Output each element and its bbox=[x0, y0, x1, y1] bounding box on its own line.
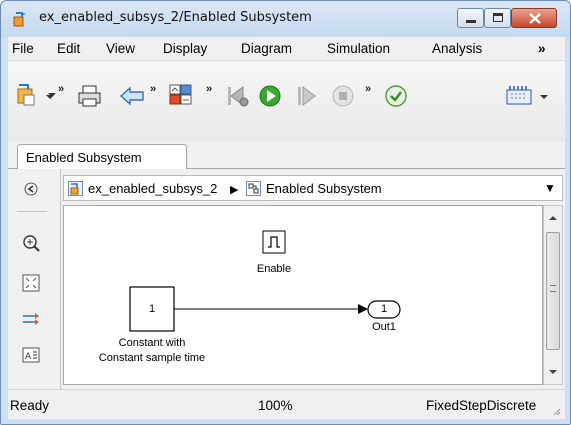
build-icon bbox=[506, 86, 548, 105]
maximize-button[interactable] bbox=[484, 8, 511, 28]
back-button[interactable] bbox=[117, 81, 147, 111]
library-icon bbox=[169, 84, 192, 105]
route-lines-icon bbox=[23, 313, 39, 325]
breadcrumb-root[interactable]: ex_enabled_subsys_2 bbox=[88, 181, 217, 196]
model-icon bbox=[68, 181, 83, 196]
print-icon bbox=[78, 85, 101, 107]
status-solver: FixedStepDiscrete bbox=[426, 398, 537, 413]
status-bar: Ready 100% FixedStepDiscrete bbox=[8, 389, 565, 419]
hide-explorer-button[interactable] bbox=[21, 179, 41, 199]
status-state: Ready bbox=[10, 398, 50, 413]
outport-label: Out1 bbox=[372, 321, 396, 333]
build-button[interactable] bbox=[504, 81, 552, 111]
fit-to-view-icon bbox=[22, 274, 40, 292]
stop-button[interactable] bbox=[328, 81, 358, 111]
scroll-down-icon[interactable] bbox=[548, 368, 558, 376]
step-forward-icon bbox=[298, 86, 316, 106]
run-icon bbox=[259, 85, 281, 107]
palette-divider bbox=[17, 211, 47, 212]
close-icon bbox=[529, 13, 541, 24]
run-button[interactable] bbox=[255, 81, 285, 111]
menu-file[interactable]: File bbox=[12, 41, 34, 56]
outport-value: 1 bbox=[380, 303, 388, 315]
step-back-icon bbox=[228, 86, 249, 107]
breadcrumb-separator-icon: ▶ bbox=[230, 184, 239, 196]
back-icon bbox=[119, 86, 144, 106]
menu-bar: File Edit View Display Diagram Simulatio… bbox=[8, 37, 565, 61]
svg-text:A: A bbox=[25, 352, 32, 362]
editor-palette: A bbox=[8, 169, 61, 389]
zoom-button[interactable] bbox=[21, 233, 41, 253]
enable-block[interactable] bbox=[262, 230, 286, 254]
resize-grip-icon[interactable] bbox=[551, 406, 561, 416]
model-address-bar[interactable]: ex_enabled_subsys_2 ▶ Enabled Subsystem … bbox=[63, 175, 563, 201]
model-browser-dropdown-icon[interactable] bbox=[47, 91, 57, 99]
menu-view[interactable]: View bbox=[106, 41, 135, 56]
title-bar: ex_enabled_subsys_2/Enabled Subsystem bbox=[1, 1, 570, 37]
toolbar-row: » » » » bbox=[8, 61, 565, 141]
menu-overflow[interactable]: » bbox=[538, 41, 546, 56]
minimize-button[interactable] bbox=[457, 8, 484, 28]
subsystem-icon bbox=[246, 181, 261, 196]
toolbar-chevron-4[interactable]: » bbox=[365, 83, 371, 95]
annotation-button[interactable]: A bbox=[21, 345, 41, 365]
constant-label-line2: Constant sample time bbox=[98, 352, 206, 364]
toolbar-chevron-2[interactable]: » bbox=[150, 83, 156, 95]
maximize-icon bbox=[493, 13, 503, 22]
toolbar: » » » » bbox=[8, 61, 565, 141]
fit-to-view-button[interactable] bbox=[21, 273, 41, 293]
breadcrumb-current[interactable]: Enabled Subsystem bbox=[266, 181, 382, 196]
simulink-model-icon bbox=[13, 12, 26, 27]
tab-strip: Enabled Subsystem bbox=[8, 141, 565, 170]
step-forward-button[interactable] bbox=[291, 81, 321, 111]
signal-arrow bbox=[358, 304, 368, 314]
zoom-icon bbox=[23, 235, 40, 252]
scrollbar-grip bbox=[550, 285, 556, 292]
scrollbar-thumb[interactable] bbox=[546, 232, 560, 350]
simulink-window: ex_enabled_subsys_2/Enabled Subsystem Fi… bbox=[0, 0, 571, 425]
enable-label: Enable bbox=[256, 263, 292, 275]
scroll-up-icon[interactable] bbox=[548, 214, 558, 222]
minimize-icon bbox=[466, 20, 476, 23]
window-title: ex_enabled_subsys_2/Enabled Subsystem bbox=[39, 10, 312, 25]
address-dropdown-icon[interactable]: ▼ bbox=[544, 181, 556, 195]
check-button[interactable] bbox=[381, 81, 411, 111]
constant-value: 1 bbox=[148, 303, 156, 315]
close-button[interactable] bbox=[511, 8, 557, 28]
step-back-button[interactable] bbox=[223, 81, 253, 111]
toolbar-chevron-1[interactable]: » bbox=[58, 83, 64, 95]
check-icon bbox=[385, 85, 407, 107]
print-button[interactable] bbox=[75, 81, 105, 111]
constant-label-line1: Constant with bbox=[118, 337, 186, 349]
route-lines-button[interactable] bbox=[21, 309, 41, 329]
menu-edit[interactable]: Edit bbox=[57, 41, 80, 56]
diagram-canvas[interactable]: Enable 1 Constant with Constant sample t… bbox=[63, 205, 543, 385]
main-area: A ex_enabled_subsys_2 ▶ Enabled Subsyste… bbox=[8, 169, 565, 389]
tab-enabled-subsystem[interactable]: Enabled Subsystem bbox=[17, 144, 187, 170]
annotation-icon: A bbox=[22, 347, 40, 363]
toolbar-chevron-3[interactable]: » bbox=[206, 83, 212, 95]
vertical-scrollbar[interactable] bbox=[543, 205, 563, 385]
status-zoom: 100% bbox=[258, 398, 293, 413]
menu-diagram[interactable]: Diagram bbox=[241, 41, 292, 56]
menu-display[interactable]: Display bbox=[163, 41, 207, 56]
hide-explorer-icon bbox=[24, 182, 38, 196]
menu-analysis[interactable]: Analysis bbox=[432, 41, 482, 56]
menu-simulation[interactable]: Simulation bbox=[327, 41, 390, 56]
stop-icon bbox=[332, 85, 354, 107]
library-button[interactable] bbox=[166, 81, 202, 111]
